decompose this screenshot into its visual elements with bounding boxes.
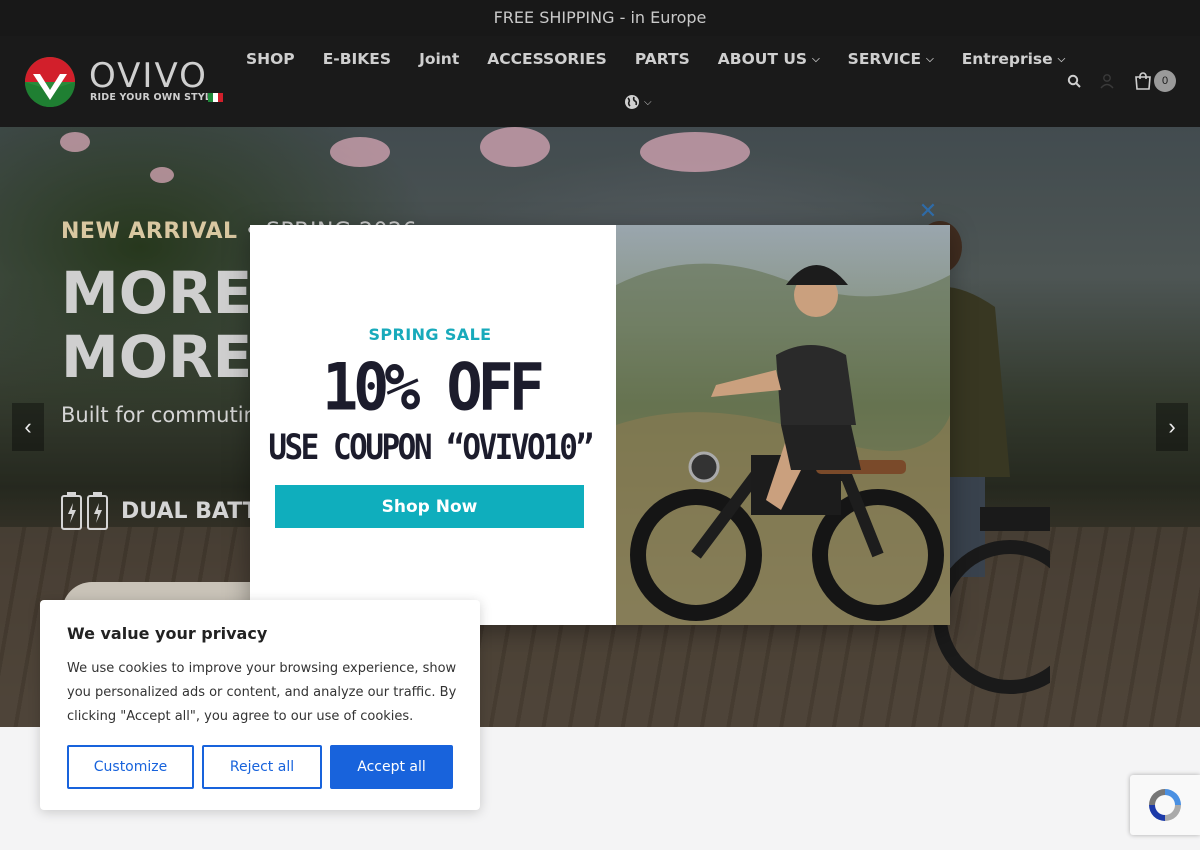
nav-item-about-us[interactable]: ABOUT US ⌵ — [704, 50, 834, 68]
language-selector[interactable]: ⌵ — [624, 94, 652, 110]
ebike-rider-illustration — [616, 263, 950, 625]
chevron-down-icon: ⌵ — [1057, 53, 1066, 65]
blossom-decoration — [480, 127, 550, 167]
nav-item-shop[interactable]: SHOP — [232, 50, 309, 68]
announcement-bar: FREE SHIPPING - in Europe — [0, 0, 1200, 36]
cart-icon — [1135, 72, 1151, 90]
chevron-down-icon: ⌵ — [926, 53, 934, 65]
logo-tagline: RIDE YOUR OWN STYLE — [90, 92, 218, 103]
recaptcha-badge[interactable] — [1130, 775, 1200, 835]
cookie-description: We use cookies to improve your browsing … — [67, 661, 457, 724]
accept-all-button[interactable]: Accept all — [330, 745, 453, 789]
customize-button[interactable]: Customize — [67, 745, 194, 789]
slider-prev-button[interactable]: ‹ — [12, 403, 44, 451]
announcement-text: FREE SHIPPING - in Europe — [493, 8, 707, 27]
battery-icon — [61, 492, 108, 530]
slider-next-button[interactable]: › — [1156, 403, 1188, 451]
promo-popup: ✕ SPRING SALE 10% OFF USE COUPON “OVIVO1… — [250, 198, 950, 625]
user-icon[interactable] — [1099, 73, 1115, 89]
nav-item-parts[interactable]: PARTS — [621, 50, 704, 68]
popup-discount: 10% OFF — [322, 350, 545, 426]
hero-headline: MORE MORE — [61, 259, 253, 391]
search-icon[interactable] — [1067, 74, 1081, 88]
reject-all-button[interactable]: Reject all — [202, 745, 322, 789]
popup-coupon-code: USE COUPON “OVIVO10” — [268, 427, 594, 469]
chevron-left-icon: ‹ — [24, 414, 32, 439]
globe-icon — [625, 95, 639, 109]
cookie-consent-banner: We value your privacy We use cookies to … — [40, 600, 480, 810]
hero-subtext: Built for commuting — [61, 403, 271, 427]
cookie-title: We value your privacy — [67, 624, 268, 643]
close-icon: ✕ — [918, 198, 938, 223]
logo[interactable]: OVIVO RIDE YOUR OWN STYLE — [24, 56, 229, 112]
blossom-decoration — [150, 167, 174, 183]
popup-content: SPRING SALE 10% OFF USE COUPON “OVIVO10”… — [250, 225, 616, 625]
main-nav: SHOP E-BIKES Joint ACCESSORIES PARTS ABO… — [232, 44, 1065, 74]
chevron-right-icon: › — [1168, 414, 1176, 439]
blossom-decoration — [330, 137, 390, 167]
logo-badge-icon — [25, 57, 75, 107]
cart-button[interactable]: 0 — [1133, 70, 1176, 92]
blossom-decoration — [640, 132, 750, 172]
shop-now-button[interactable]: Shop Now — [275, 485, 584, 528]
chevron-down-icon: ⌵ — [644, 96, 652, 108]
popup-eyebrow: SPRING SALE — [368, 325, 492, 344]
nav-item-accessories[interactable]: ACCESSORIES — [473, 50, 621, 68]
recaptcha-icon — [1149, 789, 1181, 821]
nav-item-joint[interactable]: Joint — [405, 50, 473, 68]
nav-item-entreprise[interactable]: Entreprise ⌵ — [948, 50, 1080, 68]
nav-item-service[interactable]: SERVICE ⌵ — [834, 50, 948, 68]
logo-wordmark: OVIVO — [89, 56, 208, 96]
popup-ebike-photo — [616, 225, 950, 625]
chevron-down-icon: ⌵ — [812, 53, 820, 65]
cart-count-badge: 0 — [1154, 70, 1176, 92]
nav-item-e-bikes[interactable]: E-BIKES — [309, 50, 405, 68]
site-header: OVIVO RIDE YOUR OWN STYLE SHOP E-BIKES J… — [0, 36, 1200, 127]
popup-close-button[interactable]: ✕ — [914, 197, 942, 225]
italy-flag-icon — [208, 93, 223, 102]
header-icons: 0 — [1049, 70, 1176, 92]
blossom-decoration — [60, 132, 90, 152]
